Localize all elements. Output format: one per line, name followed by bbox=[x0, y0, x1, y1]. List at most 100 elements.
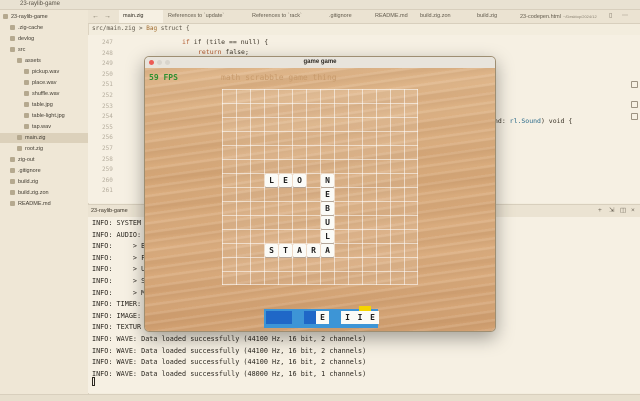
letter-tile[interactable]: S bbox=[265, 244, 278, 257]
outline-icon[interactable] bbox=[631, 81, 638, 88]
breadcrumb[interactable]: src/main.zig > Bag struct { bbox=[92, 25, 190, 32]
letter-tile[interactable]: A bbox=[293, 244, 306, 257]
file-icon bbox=[10, 178, 15, 184]
editor-tabs: ← → ▯ ⋯ main.zig References to `update` Re… bbox=[88, 10, 640, 24]
tab[interactable]: References to `rack` bbox=[248, 10, 324, 23]
letter-tile[interactable]: T bbox=[279, 244, 292, 257]
rack-letter-tile[interactable]: I bbox=[341, 311, 354, 324]
line-number: 256 bbox=[102, 134, 113, 142]
file-icon bbox=[24, 112, 29, 118]
terminal-line: INFO: WAVE: Data loaded successfully (44… bbox=[92, 335, 367, 343]
tab[interactable]: README.md bbox=[371, 10, 415, 23]
terminal-line: INFO: AUDIO: bbox=[92, 230, 142, 239]
terminal-line: INFO: > M bbox=[92, 288, 146, 297]
sidebar-item[interactable]: build.zig.zon bbox=[0, 188, 98, 198]
breadcrumb-file[interactable]: src/main.zig bbox=[92, 25, 135, 32]
line-number: 250 bbox=[102, 70, 113, 78]
back-arrow-icon[interactable]: ← bbox=[92, 10, 99, 23]
sidebar-item[interactable]: src bbox=[0, 45, 98, 55]
forward-arrow-icon[interactable]: → bbox=[104, 10, 111, 23]
file-icon bbox=[10, 167, 15, 173]
line-number: 257 bbox=[102, 145, 113, 152]
line-number: 247 bbox=[102, 39, 113, 46]
window-title: 23-raylib-game bbox=[20, 1, 61, 7]
file-icon bbox=[17, 134, 22, 140]
terminal-line: INFO: WAVE: Data loaded successfully (48… bbox=[92, 369, 367, 378]
tile-rack[interactable]: EIIE bbox=[264, 306, 379, 328]
line-number: 251 bbox=[102, 81, 113, 89]
game-title-text: math scrabble game thing bbox=[221, 73, 337, 82]
code-line-fragment[interactable]: nd: rl.Sound) void { bbox=[494, 117, 572, 125]
sidebar-item[interactable]: 23-raylib-game bbox=[0, 12, 91, 22]
file-icon bbox=[10, 35, 15, 41]
game-window[interactable]: game game 59 FPS math scrabble game thin… bbox=[144, 56, 496, 332]
terminal-line: INFO: WAVE: Data loaded successfully (44… bbox=[92, 346, 367, 355]
rack-empty-slot[interactable] bbox=[266, 311, 279, 324]
terminal-line: INFO: IMAGE: bbox=[92, 311, 142, 320]
terminal-line: INFO: > S bbox=[92, 277, 146, 285]
rack-letter-tile[interactable]: E bbox=[366, 311, 379, 324]
terminal-tab[interactable]: 23-raylib-game bbox=[91, 205, 128, 217]
breadcrumb-symbol-keyword[interactable]: Bag bbox=[146, 25, 157, 32]
minimap-icon[interactable] bbox=[631, 101, 638, 108]
file-icon bbox=[24, 68, 29, 74]
wood-table: 59 FPS math scrabble game thing LEONEBUL… bbox=[145, 68, 495, 331]
tab[interactable]: build.zig.zon bbox=[416, 10, 472, 23]
file-icon bbox=[24, 90, 29, 96]
maximize-icon[interactable]: ◫ bbox=[620, 205, 626, 217]
file-icon bbox=[24, 123, 29, 129]
line-number: 255 bbox=[102, 123, 113, 131]
tab[interactable]: References to `update` bbox=[164, 10, 246, 23]
sidebar-item[interactable]: zig-out bbox=[0, 155, 98, 165]
letter-tile[interactable]: U bbox=[321, 216, 334, 229]
file-icon bbox=[10, 200, 15, 206]
code-line[interactable]: if if (tile == null) { bbox=[182, 38, 268, 46]
letter-tile[interactable]: E bbox=[321, 188, 334, 201]
sidebar-item[interactable]: .zig-cache bbox=[0, 23, 98, 33]
terminal-line: INFO: TEXTUR bbox=[92, 323, 142, 332]
game-board[interactable]: LEONEBULASTAR bbox=[222, 89, 418, 285]
add-terminal-icon[interactable]: + bbox=[598, 205, 602, 217]
split-terminal-icon[interactable]: ⇲ bbox=[609, 205, 614, 217]
more-options-icon[interactable]: ⋯ bbox=[622, 10, 628, 23]
breadcrumb-symbol[interactable]: struct { bbox=[161, 25, 190, 32]
file-icon bbox=[17, 145, 22, 151]
inlay-hints-icon[interactable] bbox=[631, 113, 638, 120]
code-line[interactable]: return false; bbox=[198, 48, 249, 56]
rack-letter-tile[interactable]: E bbox=[316, 311, 329, 324]
terminal-line: INFO: > U bbox=[92, 265, 146, 274]
tab[interactable]: 23-codepen.html ~/Desktop/2024/12 bbox=[516, 10, 606, 23]
letter-tile[interactable]: O bbox=[293, 174, 306, 187]
file-icon bbox=[10, 46, 15, 52]
line-number: 253 bbox=[102, 102, 113, 110]
line-number: 261 bbox=[102, 187, 113, 195]
close-panel-icon[interactable]: × bbox=[631, 205, 635, 217]
sidebar-item[interactable]: devlog bbox=[0, 34, 98, 44]
rack-letter-tile[interactable]: I bbox=[353, 311, 367, 324]
letter-tile[interactable]: R bbox=[307, 244, 320, 257]
letter-tile[interactable]: L bbox=[265, 174, 278, 187]
letter-tile[interactable]: A bbox=[321, 244, 334, 257]
line-number: 259 bbox=[102, 166, 113, 174]
tab[interactable]: .gitignore bbox=[325, 10, 370, 23]
letter-tile[interactable]: N bbox=[321, 174, 334, 187]
line-number: 260 bbox=[102, 176, 113, 184]
project-sidebar: 23-raylib-game .zig-cache devlog src assets p… bbox=[0, 10, 105, 400]
rack-empty-slot[interactable] bbox=[303, 311, 317, 324]
sidebar-item[interactable]: README.md bbox=[0, 199, 98, 209]
letter-tile[interactable]: E bbox=[279, 174, 292, 187]
terminal-line: INFO: SYSTEM bbox=[92, 219, 142, 227]
sidebar-item[interactable]: .gitignore bbox=[0, 166, 98, 176]
file-icon bbox=[10, 24, 15, 30]
game-window-title: game game bbox=[303, 59, 337, 65]
tab[interactable]: build.zig bbox=[473, 10, 515, 23]
file-icon bbox=[3, 13, 8, 19]
letter-tile[interactable]: L bbox=[321, 230, 334, 243]
terminal-line: INFO: WAVE: Data loaded successfully (44… bbox=[92, 358, 367, 367]
rack-empty-slot[interactable] bbox=[278, 311, 292, 324]
file-icon bbox=[24, 101, 29, 107]
sidebar-item[interactable]: build.zig bbox=[0, 177, 98, 187]
split-icon[interactable]: ▯ bbox=[609, 10, 612, 23]
letter-tile[interactable]: B bbox=[321, 202, 334, 215]
tab[interactable]: main.zig bbox=[119, 10, 163, 23]
